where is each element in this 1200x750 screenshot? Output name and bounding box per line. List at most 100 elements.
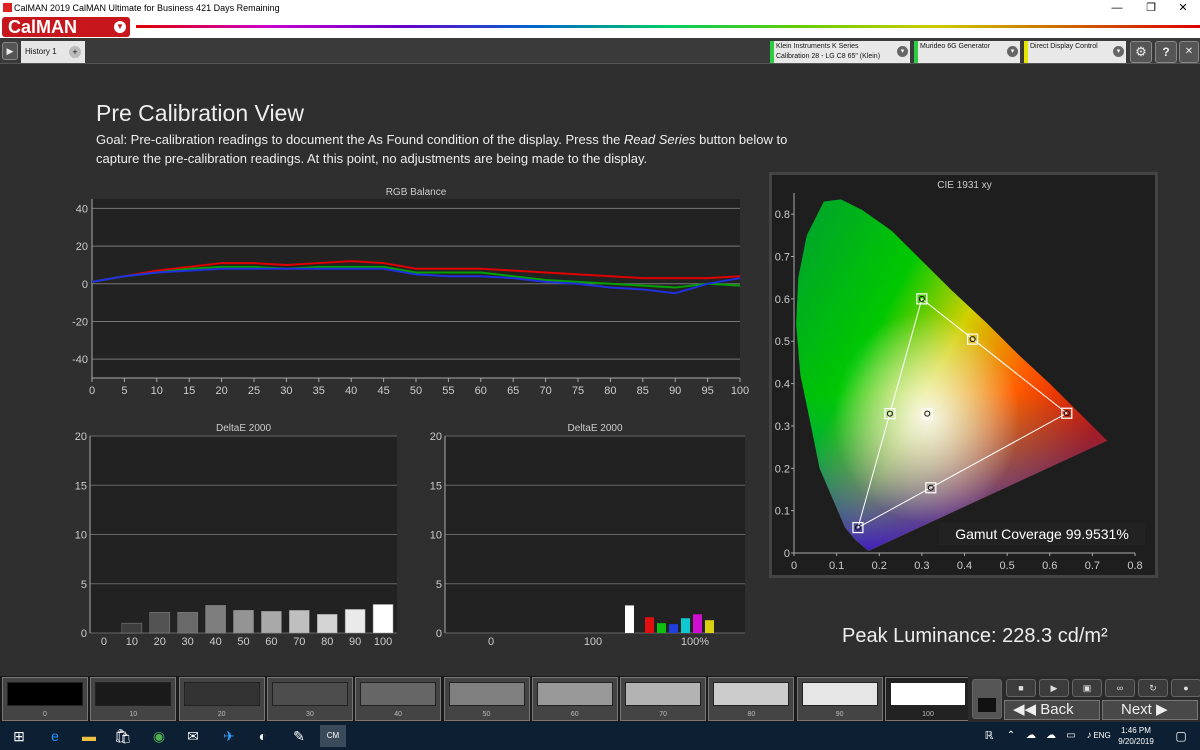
x-tick-label: 90 [669, 385, 681, 397]
next-button[interactable]: Next ▶ [1102, 700, 1198, 720]
bar [693, 614, 702, 633]
calman-taskbar-icon[interactable]: CM [320, 725, 346, 747]
window-title: CalMAN 2019 CalMAN Ultimate for Business… [14, 3, 280, 13]
y-tick-label: 10 [75, 530, 87, 542]
clock[interactable]: 1:46 PM 9/20/2019 [1112, 725, 1160, 747]
play-icon[interactable]: ▶ [2, 42, 18, 60]
rainbow-stripe [136, 25, 1200, 28]
swatch-fill [95, 682, 172, 706]
swatch-20[interactable]: 20 [178, 677, 265, 721]
y-tick-label: -20 [72, 316, 88, 328]
play-icon[interactable]: ▶ [1039, 679, 1069, 697]
swatch-40[interactable]: 40 [355, 677, 442, 721]
toolbar [0, 38, 1200, 64]
refresh-icon[interactable]: ↻ [1138, 679, 1168, 697]
swatch-60[interactable]: 60 [531, 677, 618, 721]
tab-history-1[interactable]: History 1 + [21, 41, 85, 63]
x-tick-label: 80 [604, 385, 616, 397]
bar [657, 623, 666, 633]
device-name: Direct Display Control [1030, 43, 1098, 50]
y-tick-label: 0.1 [775, 506, 790, 518]
swatch-50[interactable]: 50 [443, 677, 530, 721]
swatch-0[interactable]: 0 [2, 677, 88, 721]
minimize-button[interactable]: — [1100, 0, 1134, 16]
back-button[interactable]: ◀◀ Back [1004, 700, 1100, 720]
back-label: Back [1040, 701, 1074, 718]
restore-button[interactable]: ❐ [1134, 0, 1168, 16]
swatch-100[interactable]: 100 [885, 677, 971, 721]
add-tab-icon[interactable]: + [69, 46, 81, 58]
status-bar [770, 41, 774, 63]
tab-label: History 1 [25, 47, 57, 56]
device-name: Murideo 6G Generator [920, 43, 991, 50]
x-tick-label: 45 [377, 385, 389, 397]
app-icon [3, 3, 12, 12]
bar [205, 605, 226, 634]
calman-logo[interactable]: CalMAN ▼ [2, 17, 130, 37]
swatch-label: 40 [394, 711, 403, 718]
x-tick-label: 65 [507, 385, 519, 397]
swatch-90[interactable]: 90 [796, 677, 883, 721]
swatch-fill [7, 682, 83, 706]
y-tick-label: 10 [430, 530, 442, 542]
device-name: Klein Instruments K Series [776, 43, 859, 50]
bar [177, 612, 198, 634]
chrome-icon[interactable]: ◉ [148, 725, 170, 747]
chevron-down-icon[interactable]: ▾ [897, 46, 908, 57]
back-arrow-icon: ◀◀ [1013, 701, 1041, 718]
store-icon[interactable]: 🛍 [112, 725, 134, 747]
x-tick-label: 40 [345, 385, 357, 397]
y-tick-label: 0.2 [775, 463, 790, 475]
stop-icon[interactable]: ■ [1006, 679, 1036, 697]
stop-icon [978, 698, 996, 712]
loop-icon[interactable]: ∞ [1105, 679, 1135, 697]
close-icon[interactable]: ✕ [1179, 41, 1199, 63]
network-icon[interactable]: ☁ [1020, 725, 1042, 747]
swatch-label: 30 [305, 711, 314, 718]
swatch-fill [448, 682, 525, 706]
x-tick-label: 0.5 [999, 560, 1014, 572]
y-tick-label: 15 [75, 480, 87, 492]
bmw-icon[interactable]: ◐ [252, 725, 274, 747]
tray-arrow-icon[interactable]: ⌃ [1000, 725, 1022, 747]
chevron-down-icon[interactable]: ▾ [1007, 46, 1018, 57]
people-icon[interactable]: ℝ [978, 725, 1000, 747]
x-tick-label: 0.6 [1042, 560, 1057, 572]
swatch-30[interactable]: 30 [266, 677, 353, 721]
save-icon[interactable]: ▣ [1072, 679, 1102, 697]
rgb-balance-chart: RGB Balance 40 20 0 -20 -40 0 5 10 15 20 25 30 35 40 45… [72, 187, 749, 397]
display-device-selector[interactable]: Direct Display Control ▾ [1024, 41, 1126, 63]
generator-device-selector[interactable]: Murideo 6G Generator ▾ [914, 41, 1020, 63]
chart-title: RGB Balance [386, 187, 447, 198]
help-button[interactable]: ? [1155, 41, 1177, 63]
bar [372, 604, 394, 634]
swatch-80[interactable]: 80 [708, 677, 795, 721]
swatch-fill [890, 682, 966, 706]
chevron-down-icon[interactable]: ▾ [1113, 46, 1124, 57]
tool-icon[interactable]: ✎ [288, 725, 310, 747]
gear-icon[interactable]: ⚙ [1130, 41, 1152, 63]
mail-icon[interactable]: ✉ [182, 725, 204, 747]
onedrive-icon[interactable]: ☁ [1040, 725, 1062, 747]
language-indicator[interactable]: ENG [1090, 725, 1114, 747]
swatch-10[interactable]: 10 [90, 677, 177, 721]
next-arrow-icon: ▶ [1151, 701, 1168, 718]
bar [261, 611, 282, 634]
windows-start-icon[interactable]: ⊞ [8, 725, 30, 747]
y-tick-label: 15 [430, 480, 442, 492]
swatch-label: 20 [217, 711, 226, 718]
power-icon[interactable]: ● [1171, 679, 1200, 697]
y-tick-label: -40 [72, 354, 88, 366]
x-tick-label: 100 [584, 636, 602, 648]
cie-1931-chart: CIE 1931 xy 0.8 0.7 0.6 0.5 0.4 0.3 0.2 0.1 00 0.1… [775, 180, 1143, 572]
notification-icon[interactable]: ▢ [1170, 725, 1192, 747]
edge-icon[interactable]: e [44, 725, 66, 747]
x-tick-label: 20 [154, 636, 166, 648]
file-explorer-icon[interactable]: ▬ [78, 725, 100, 747]
close-window-button[interactable]: ✕ [1166, 0, 1200, 16]
swatch-70[interactable]: 70 [620, 677, 707, 721]
meter-device-selector[interactable]: Klein Instruments K Series Calibration 2… [770, 41, 910, 63]
record-button[interactable] [972, 679, 1002, 719]
chevron-down-icon[interactable]: ▼ [114, 21, 126, 33]
app-bird-icon[interactable]: ✈ [218, 725, 240, 747]
